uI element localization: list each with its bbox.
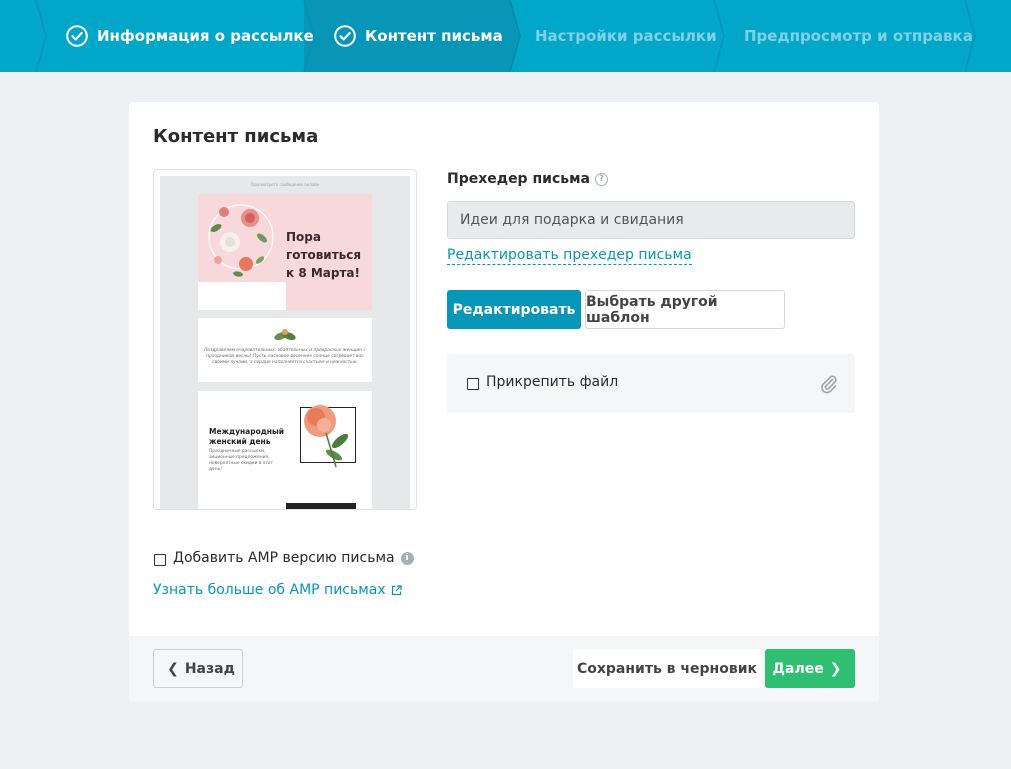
info-icon[interactable]: i [400, 551, 414, 565]
external-link-icon [391, 584, 402, 595]
preview-block-text: Праздничные рассылки, акционные предложе… [209, 449, 274, 472]
attach-file-label[interactable]: Прикрепить файл [486, 374, 618, 390]
chevron-right-icon: ❯ [829, 660, 842, 677]
step-content[interactable]: Контент письма [334, 0, 503, 72]
amp-version-checkbox[interactable] [154, 554, 166, 566]
back-button[interactable]: ❮ Назад [153, 649, 243, 688]
amp-version-label[interactable]: Добавить AMP версию письма i [173, 550, 414, 566]
preview-greeting-text: Поздравляем очаровательных, обаятельных … [204, 348, 366, 365]
step-preview-send[interactable]: Предпросмотр и отправка [744, 0, 973, 72]
back-button-label: Назад [184, 660, 235, 677]
amp-learn-more-text: Узнать больше об AMP письмах [153, 582, 386, 598]
choose-template-button[interactable]: Выбрать другой шаблон [585, 290, 785, 329]
check-circle-icon [334, 25, 356, 47]
paperclip-icon[interactable] [819, 374, 839, 394]
preview-greeting-block: Поздравляем очаровательных, обаятельных … [198, 318, 372, 382]
amp-learn-more-link[interactable]: Узнать больше об AMP письмах [153, 582, 402, 598]
step-settings[interactable]: Настройки рассылки [535, 0, 717, 72]
flower-wreath-illustration [208, 204, 274, 277]
card-footer: ❮ Назад Сохранить в черновик Далее ❯ [129, 636, 879, 702]
email-preview-canvas: Просмотреть сообщение онлайн Пора готови… [160, 176, 410, 509]
preview-hero-block: Пора готовиться к 8 Марта! [198, 194, 372, 310]
preheader-input[interactable]: Идеи для подарка и свидания [447, 201, 855, 239]
attach-file-panel: Прикрепить файл [447, 354, 855, 413]
page-title: Контент письма [153, 126, 319, 147]
preheader-value: Идеи для подарка и свидания [460, 212, 684, 228]
step-info[interactable]: Информация о рассылке [66, 0, 314, 72]
preview-hero-title: Пора готовиться к 8 Марта! [286, 230, 362, 280]
next-button-label: Далее [772, 660, 824, 677]
next-button[interactable]: Далее ❯ [765, 649, 855, 688]
peony-illustration [304, 405, 349, 468]
preheader-label: Прехедер письма ? [447, 171, 608, 187]
preheader-label-text: Прехедер письма [447, 171, 590, 187]
attach-file-checkbox[interactable] [467, 378, 479, 390]
check-circle-icon [66, 25, 88, 47]
leaf-illustration [274, 329, 296, 341]
step-content-label: Контент письма [365, 27, 503, 45]
amp-version-label-text: Добавить AMP версию письма [173, 550, 395, 566]
preview-next-title-fragment [286, 503, 356, 509]
edit-preheader-link[interactable]: Редактировать прехедер письма [447, 246, 692, 265]
preview-hero-cutout [198, 282, 286, 310]
edit-button[interactable]: Редактировать [447, 290, 581, 329]
step-settings-label: Настройки рассылки [535, 27, 717, 45]
save-draft-button[interactable]: Сохранить в черновик [573, 649, 761, 688]
email-preview-thumbnail[interactable]: Просмотреть сообщение онлайн Пора готови… [153, 169, 417, 510]
chevron-left-icon: ❮ [167, 660, 179, 677]
preview-womens-day-block: Международный женский день Праздничные р… [198, 391, 372, 509]
content-card: Контент письма Просмотреть сообщение онл… [129, 102, 879, 702]
step-info-label: Информация о рассылке [97, 27, 314, 45]
help-icon[interactable]: ? [594, 172, 608, 186]
preview-block-title: Международный женский день [209, 427, 284, 446]
preview-view-online-link: Просмотреть сообщение онлайн [250, 182, 320, 187]
wizard-stepper: Информация о рассылке Контент письма Нас… [0, 0, 1011, 72]
step-preview-send-label: Предпросмотр и отправка [744, 27, 973, 45]
